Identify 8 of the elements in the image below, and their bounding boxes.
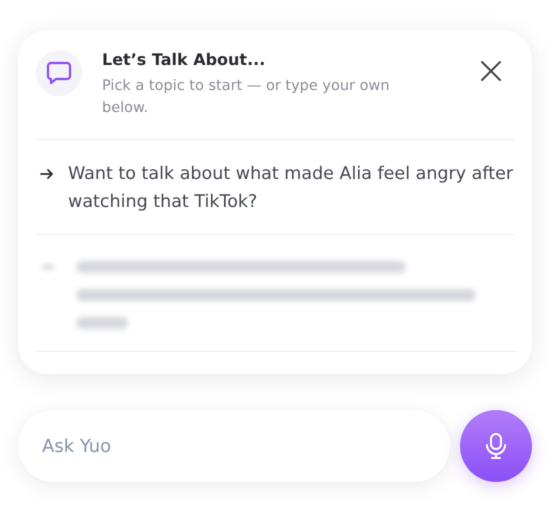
topic-suggestion[interactable]: Want to talk about what made Alia feel angry after watching that TikTok? xyxy=(36,140,514,235)
ask-input-field[interactable]: Ask Yuo xyxy=(18,410,450,482)
panel-title: Let’s Talk About... xyxy=(102,50,266,69)
microphone-icon xyxy=(484,432,508,460)
panel-subtitle: Pick a topic to start — or type your own below. xyxy=(102,77,391,118)
close-button[interactable] xyxy=(480,60,502,82)
arrow-icon xyxy=(40,168,54,180)
chat-bubble-icon xyxy=(36,50,82,96)
